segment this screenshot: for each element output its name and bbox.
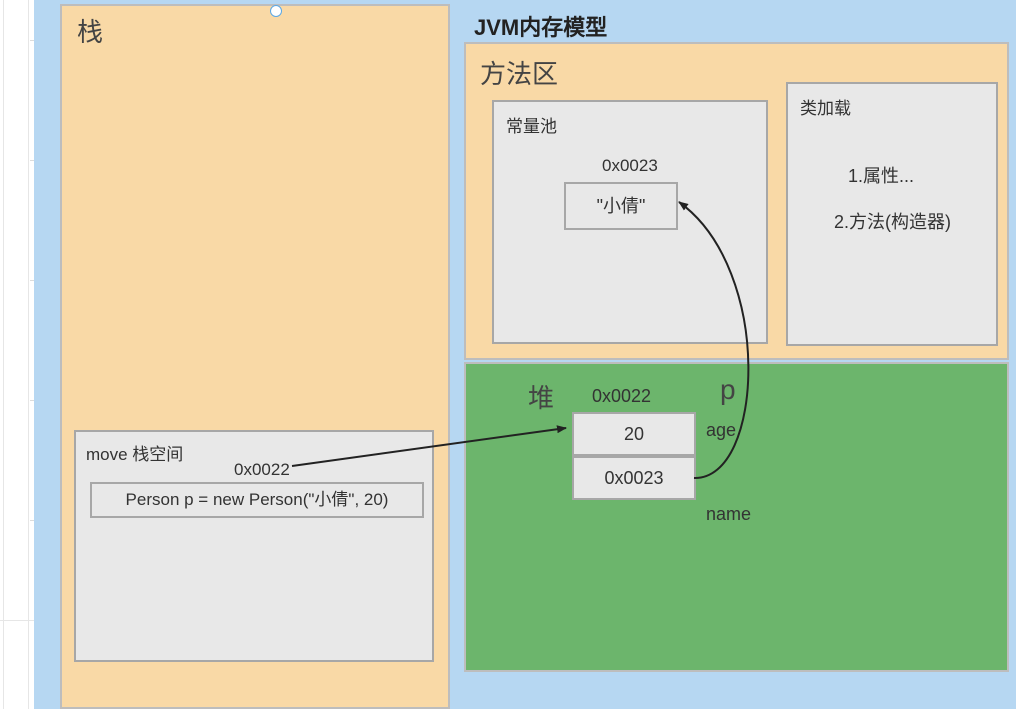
left-guide-line-2 xyxy=(28,0,29,709)
heap-object-address: 0x0022 xyxy=(592,386,651,407)
class-load-region: 类加载 1.属性... 2.方法(构造器) xyxy=(786,82,998,346)
heap-object-age-label: age xyxy=(706,420,736,441)
method-area-title: 方法区 xyxy=(480,54,558,91)
heap-region: 堆 0x0022 p 20 0x0023 age name xyxy=(464,362,1009,672)
stack-frame-title: move 栈空间 xyxy=(86,440,183,465)
constant-pool-address: 0x0023 xyxy=(602,156,658,176)
stack-frame-code-cell: Person p = new Person("小倩", 20) xyxy=(90,482,424,518)
stack-frame-address: 0x0022 xyxy=(234,460,290,480)
stack-title: 栈 xyxy=(77,12,103,49)
diagram-title: JVM内存模型 xyxy=(474,10,607,42)
heap-object-name-cell: 0x0023 xyxy=(572,456,696,500)
heap-variable-name: p xyxy=(720,374,736,406)
class-load-line1: 1.属性... xyxy=(848,162,914,188)
class-load-line2: 2.方法(构造器) xyxy=(834,208,951,234)
diagram-canvas: 栈 move 栈空间 0x0022 Person p = new Person(… xyxy=(34,0,1016,709)
heap-object-age-cell: 20 xyxy=(572,412,696,456)
constant-pool-region: 常量池 0x0023 "小倩" xyxy=(492,100,768,344)
constant-pool-title: 常量池 xyxy=(506,112,557,137)
constant-pool-value-cell: "小倩" xyxy=(564,182,678,230)
left-guide-line xyxy=(3,0,4,709)
selection-handle-icon[interactable] xyxy=(270,5,282,17)
heap-object-name-label: name xyxy=(706,504,751,525)
left-guide-h xyxy=(0,620,34,621)
class-load-title: 类加载 xyxy=(800,94,851,119)
heap-title: 堆 xyxy=(528,378,554,415)
stack-frame-move: move 栈空间 0x0022 Person p = new Person("小… xyxy=(74,430,434,662)
